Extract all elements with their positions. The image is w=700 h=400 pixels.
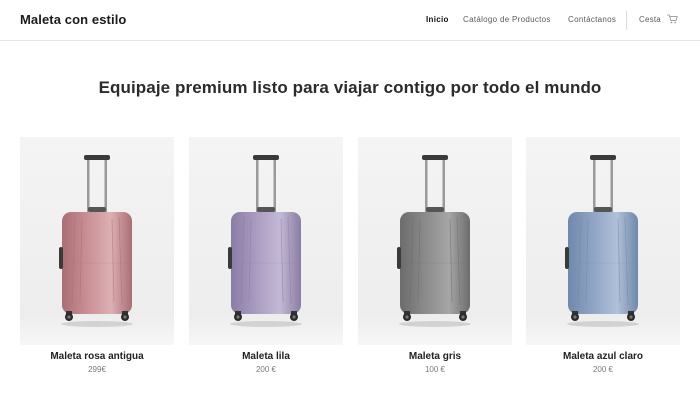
product-card[interactable]: Maleta lila 200 € bbox=[189, 137, 343, 374]
product-name[interactable]: Maleta gris bbox=[358, 351, 512, 362]
suitcase-image bbox=[59, 155, 133, 327]
product-image[interactable] bbox=[189, 137, 343, 345]
cart-label: Cesta bbox=[639, 14, 661, 24]
product-image[interactable] bbox=[20, 137, 174, 345]
nav-catalogo-de-productos[interactable]: Catálogo de Productos bbox=[463, 15, 551, 24]
product-card[interactable]: Maleta rosa antigua 299€ bbox=[20, 137, 174, 374]
brand-logo[interactable]: Maleta con estilo bbox=[20, 12, 126, 27]
product-image[interactable] bbox=[358, 137, 512, 345]
suitcase-image bbox=[397, 155, 471, 327]
nav-inicio[interactable]: Inicio bbox=[426, 15, 449, 24]
site-header: Maleta con estilo Inicio Catálogo de Pro… bbox=[0, 0, 700, 41]
nav-contactanos[interactable]: Contáctanos bbox=[568, 15, 616, 24]
product-card[interactable]: Maleta gris 100 € bbox=[358, 137, 512, 374]
suitcase-image bbox=[565, 155, 639, 327]
product-price: 299€ bbox=[88, 365, 106, 374]
product-price: 200 € bbox=[592, 365, 614, 374]
product-name[interactable]: Maleta lila bbox=[189, 351, 343, 362]
product-price: 100 € bbox=[424, 365, 446, 374]
product-image[interactable] bbox=[526, 137, 680, 345]
cart-button[interactable]: Cesta bbox=[639, 14, 678, 24]
product-card[interactable]: Maleta azul claro 200 € bbox=[526, 137, 680, 374]
shopping-cart-icon bbox=[667, 14, 678, 24]
product-price: 200 € bbox=[255, 365, 277, 374]
hero-headline: Equipaje premium listo para viajar conti… bbox=[98, 78, 602, 97]
suitcase-image bbox=[228, 155, 302, 327]
product-name[interactable]: Maleta azul claro bbox=[526, 351, 680, 362]
nav-divider bbox=[626, 11, 627, 30]
product-name[interactable]: Maleta rosa antigua bbox=[20, 351, 174, 362]
